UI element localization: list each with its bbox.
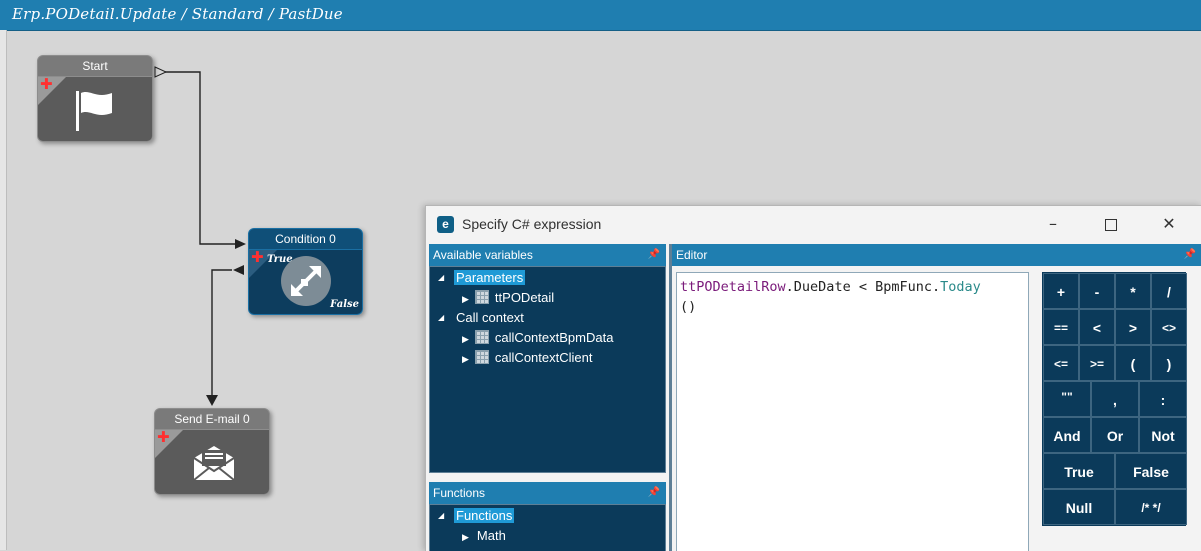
editor-header: Editor 📌 [672,244,1201,266]
code-method: Today [940,279,981,295]
false-port-label: False [330,299,359,310]
code-member: .DueDate < BpmFunc. [785,279,941,295]
send-email-node-label: Send E-mail 0 [154,408,270,430]
collapsed-arrow-icon[interactable]: ▶ [462,354,469,364]
operator-close-paren-button[interactable]: ) [1151,345,1187,381]
csharp-expression-dialog: e Specify C# expression – ✕ Available va… [425,205,1201,551]
add-icon[interactable]: ✚ [40,77,53,92]
code-call: () [680,299,697,315]
operator-comment-button[interactable]: /* */ [1115,489,1187,525]
operator-false-button[interactable]: False [1115,453,1187,489]
available-variables-title: Available variables [433,248,533,262]
operator-comma-button[interactable]: , [1091,381,1139,417]
tree-item-label: Math [476,528,506,543]
tree-item-label: Parameters [454,270,526,285]
condition-node[interactable]: Condition 0 ✚ True False [248,228,363,315]
tree-item-functions[interactable]: ◢ Functions [438,507,515,525]
pane-splitter[interactable] [669,244,672,551]
tree-item-label: ttPODetail [494,290,555,305]
envelope-icon [193,446,235,481]
operator-divide-button[interactable]: / [1151,273,1187,309]
operator-or-button[interactable]: Or [1091,417,1139,453]
tree-item-callcontextclient[interactable]: ▶ callContextClient [462,349,592,367]
operator-greater-button[interactable]: > [1115,309,1151,345]
tree-item-call-context[interactable]: ◢ Call context [438,309,524,327]
expression-editor[interactable]: ttPODetailRow.DueDate < BpmFunc.Today () [676,272,1029,551]
operator-not-equal-button[interactable]: <> [1151,309,1187,345]
editor-title: Editor [676,248,708,262]
tree-item-parameters[interactable]: ◢ Parameters [438,269,526,287]
table-icon [474,290,489,304]
app-logo-icon: e [437,216,454,233]
collapsed-arrow-icon[interactable]: ▶ [462,532,469,542]
start-node[interactable]: Start ✚ [37,55,153,142]
table-icon [474,350,489,364]
condition-node-body: ✚ True False [248,250,363,315]
email-input-arrow [206,395,218,406]
operator-true-button[interactable]: True [1043,453,1115,489]
table-icon [474,330,489,344]
condition-output-port [233,265,244,275]
start-node-body: ✚ [37,77,153,142]
functions-header: Functions 📌 [429,482,666,504]
operator-multiply-button[interactable]: * [1115,273,1151,309]
close-button[interactable]: ✕ [1154,212,1184,236]
add-icon[interactable]: ✚ [251,250,264,265]
operator-plus-button[interactable]: + [1043,273,1079,309]
maximize-button[interactable] [1096,212,1126,236]
functions-title: Functions [433,486,486,500]
expanded-arrow-icon[interactable]: ◢ [438,309,444,327]
operator-less-button[interactable]: < [1079,309,1115,345]
flag-icon [76,91,112,131]
maximize-icon [1105,218,1117,231]
tree-item-label: callContextClient [494,350,593,365]
operator-colon-button[interactable]: : [1139,381,1187,417]
operator-and-button[interactable]: And [1043,417,1091,453]
branch-arrows-icon [281,256,331,306]
tree-item-callcontextbpmdata[interactable]: ▶ callContextBpmData [462,329,613,347]
dialog-title-bar[interactable]: e Specify C# expression – ✕ [426,206,1201,244]
tree-item-label: Functions [454,508,515,523]
condition-node-label: Condition 0 [248,228,363,250]
pin-icon[interactable]: 📌 [648,244,660,266]
send-email-node-body: ✚ [154,430,270,495]
operator-null-button[interactable]: Null [1043,489,1115,525]
add-icon[interactable]: ✚ [157,430,170,445]
operator-not-button[interactable]: Not [1139,417,1187,453]
available-variables-header: Available variables 📌 [429,244,666,266]
operator-keypad: + - * / == < > <> <= >= ( ) "" , : And O… [1042,272,1187,526]
pin-icon[interactable]: 📌 [1184,244,1196,266]
operator-less-equal-button[interactable]: <= [1043,345,1079,381]
tree-item-label: Call context [456,310,524,325]
tree-item-ttpodetail[interactable]: ▶ ttPODetail [462,289,554,307]
connector-start-condition [165,71,236,245]
dialog-title: Specify C# expression [462,216,602,232]
send-email-node[interactable]: Send E-mail 0 ✚ [154,408,270,495]
operator-open-paren-button[interactable]: ( [1115,345,1151,381]
operator-greater-equal-button[interactable]: >= [1079,345,1115,381]
collapsed-arrow-icon[interactable]: ▶ [462,294,469,304]
tree-item-label: callContextBpmData [494,330,614,345]
condition-input-arrow [235,239,246,249]
collapsed-arrow-icon[interactable]: ▶ [462,334,469,344]
operator-quotes-button[interactable]: "" [1043,381,1091,417]
operator-equals-button[interactable]: == [1043,309,1079,345]
minimize-button[interactable]: – [1038,212,1068,236]
operator-minus-button[interactable]: - [1079,273,1115,309]
expanded-arrow-icon[interactable]: ◢ [438,507,444,525]
pin-icon[interactable]: 📌 [648,482,660,504]
connector-condition-email [211,269,232,396]
available-variables-tree: ◢ Parameters ▶ ttPODetail ◢ Call context … [429,266,666,473]
functions-tree: ◢ Functions ▶ Math [429,504,666,551]
code-variable: ttPODetailRow [680,279,786,295]
start-output-port [154,66,168,78]
expanded-arrow-icon[interactable]: ◢ [438,269,444,287]
tree-item-math[interactable]: ▶ Math [462,527,506,545]
start-node-label: Start [37,55,153,77]
